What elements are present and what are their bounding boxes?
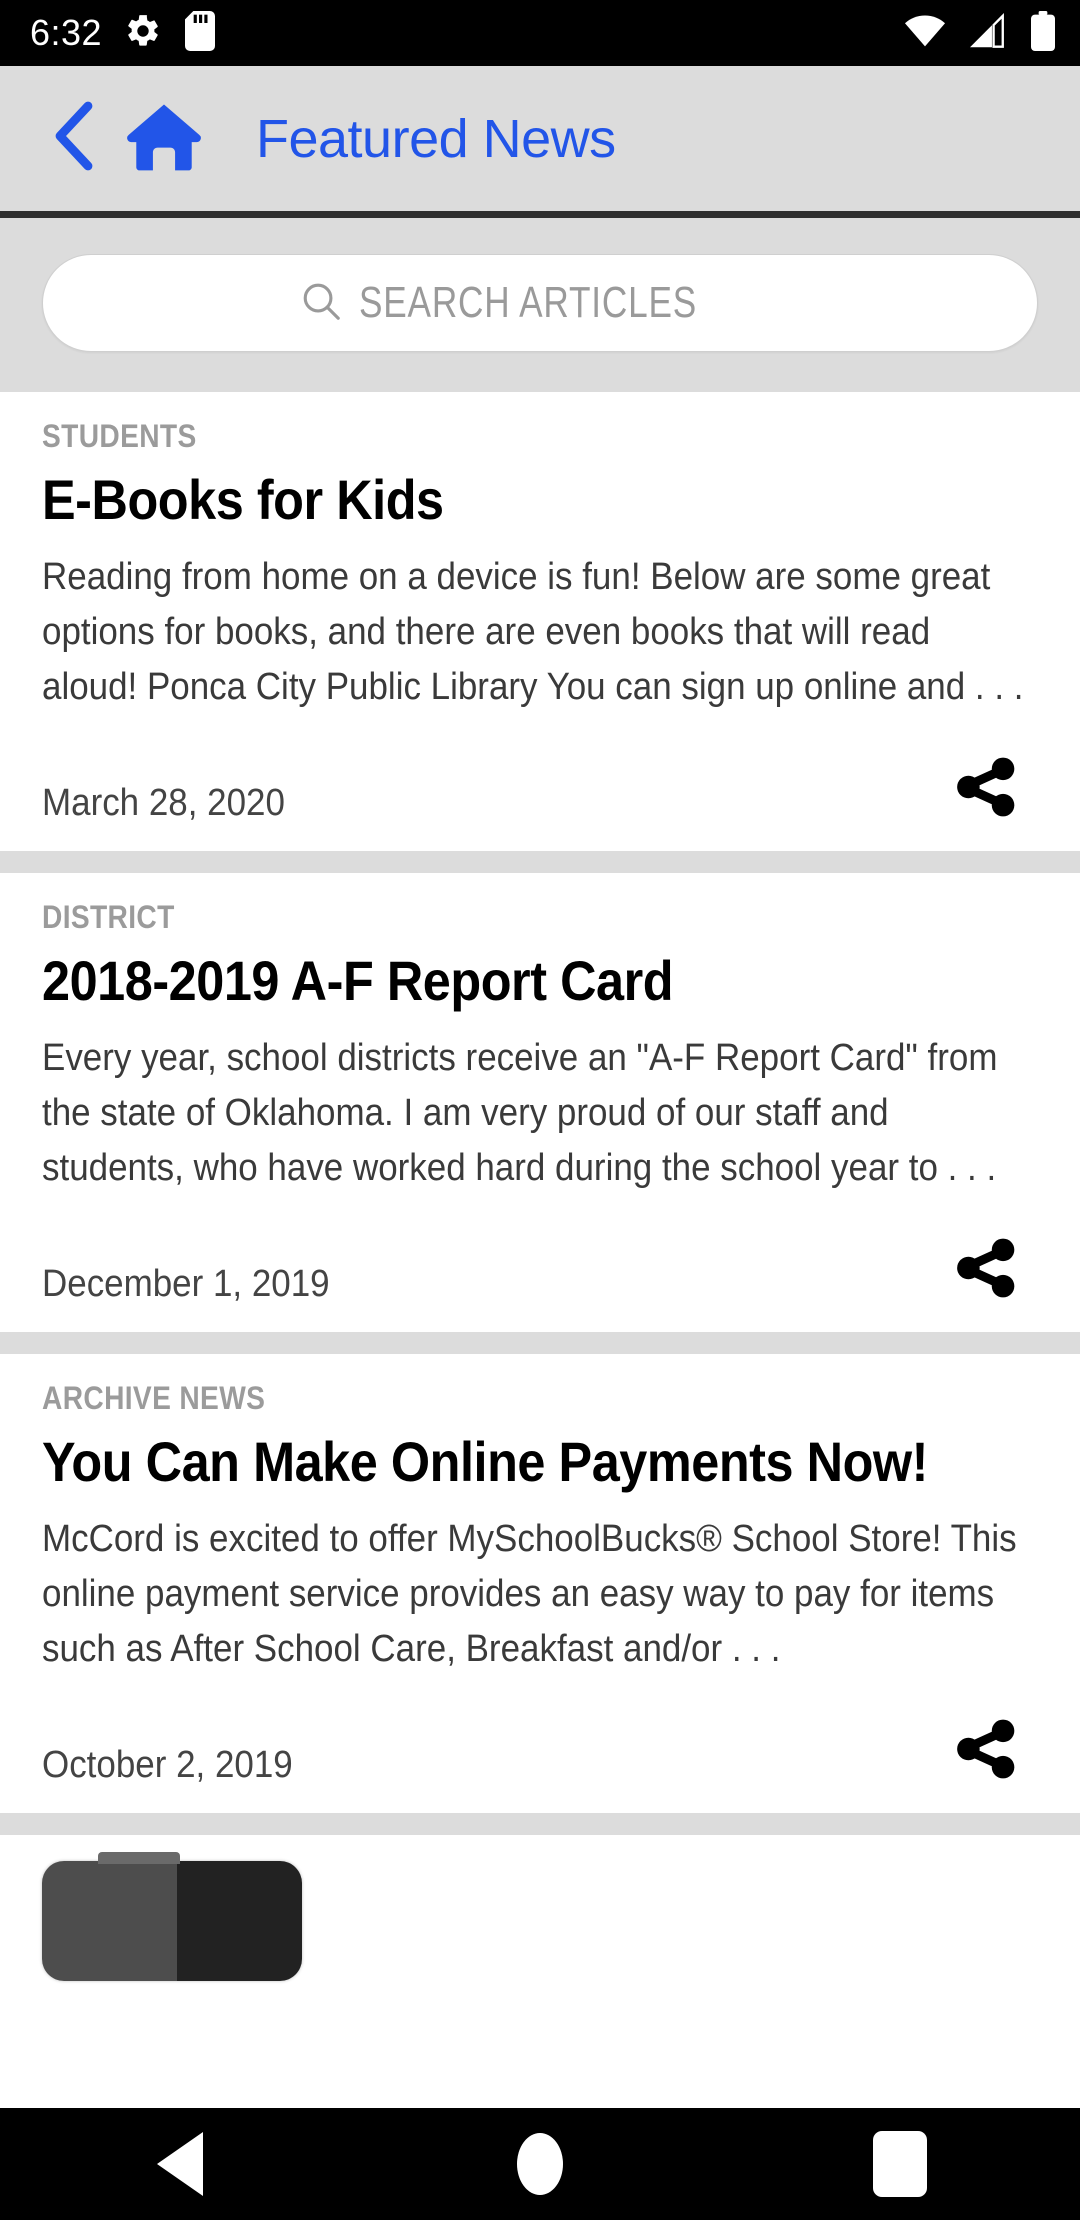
list-divider — [0, 1332, 1080, 1354]
share-button[interactable] — [946, 1230, 1026, 1310]
back-button[interactable] — [52, 100, 96, 177]
status-bar-right — [904, 10, 1056, 56]
app-header: Featured News — [0, 66, 1080, 218]
share-button[interactable] — [946, 1711, 1026, 1791]
article-footer: October 2, 2019 — [42, 1711, 1038, 1813]
gear-icon — [124, 12, 162, 55]
nav-recents-button[interactable] — [825, 2108, 975, 2220]
status-bar: 6:32 — [0, 0, 1080, 66]
search-input-inner: SEARCH ARTICLES — [299, 278, 782, 328]
article-title: You Can Make Online Payments Now! — [42, 1430, 929, 1493]
article-item[interactable]: STUDENTS E-Books for Kids Reading from h… — [0, 392, 1080, 851]
square-recents-icon — [873, 2131, 927, 2197]
article-list: STUDENTS E-Books for Kids Reading from h… — [0, 392, 1080, 2220]
search-placeholder: SEARCH ARTICLES — [358, 278, 697, 327]
share-button[interactable] — [946, 749, 1026, 829]
search-input[interactable]: SEARCH ARTICLES — [42, 254, 1038, 352]
article-date: March 28, 2020 — [42, 782, 285, 824]
article-title: E-Books for Kids — [42, 468, 444, 531]
article-item[interactable] — [0, 1835, 1080, 1981]
cellular-signal-icon — [968, 12, 1008, 54]
share-icon — [953, 1716, 1019, 1787]
share-icon — [953, 1235, 1019, 1306]
article-date: October 2, 2019 — [42, 1744, 293, 1786]
page-title: Featured News — [256, 108, 616, 169]
article-date: December 1, 2019 — [42, 1263, 330, 1305]
share-icon — [953, 754, 1019, 825]
nav-back-button[interactable] — [105, 2108, 255, 2220]
circle-home-icon — [517, 2133, 563, 2195]
article-excerpt: Reading from home on a device is fun! Be… — [42, 555, 1024, 708]
article-category: DISTRICT — [42, 899, 175, 935]
search-section: SEARCH ARTICLES — [0, 218, 1080, 392]
status-bar-left: 6:32 — [30, 10, 216, 56]
list-divider — [0, 851, 1080, 873]
home-icon — [126, 101, 202, 176]
app-screen: 6:32 Featured News SEARCH ARTICLES STUDE… — [0, 0, 1080, 2220]
list-divider — [0, 1813, 1080, 1835]
article-item[interactable]: ARCHIVE NEWS You Can Make Online Payment… — [0, 1354, 1080, 1813]
article-excerpt: Every year, school districts receive an … — [42, 1036, 998, 1189]
search-icon — [299, 279, 343, 328]
nav-home-button[interactable] — [465, 2108, 615, 2220]
battery-icon — [1030, 10, 1056, 56]
triangle-back-icon — [157, 2132, 203, 2196]
android-navigation-bar — [0, 2108, 1080, 2220]
article-title: 2018-2019 A-F Report Card — [42, 949, 674, 1012]
chevron-left-icon — [52, 100, 96, 177]
article-category: STUDENTS — [42, 418, 197, 454]
article-thumbnail — [42, 1852, 302, 1981]
home-button[interactable] — [126, 101, 202, 176]
article-excerpt: McCord is excited to offer MySchoolBucks… — [42, 1517, 1017, 1670]
article-category: ARCHIVE NEWS — [42, 1380, 266, 1416]
status-bar-clock: 6:32 — [30, 12, 103, 53]
article-footer: December 1, 2019 — [42, 1230, 1038, 1332]
article-footer: March 28, 2020 — [42, 749, 1038, 851]
sd-card-icon — [184, 10, 216, 56]
article-item[interactable]: DISTRICT 2018-2019 A-F Report Card Every… — [0, 873, 1080, 1332]
wifi-icon — [904, 14, 946, 53]
